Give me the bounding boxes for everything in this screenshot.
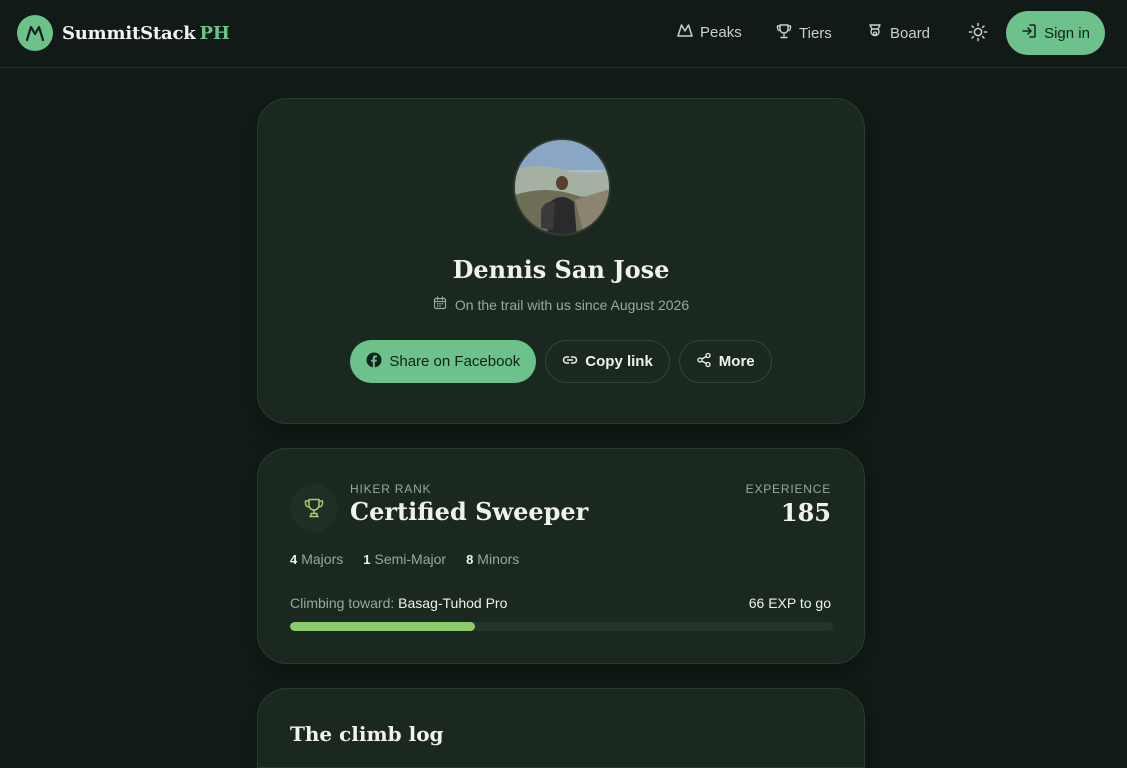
more-share-label: More [718, 353, 755, 370]
badge-icon [867, 23, 883, 43]
trophy-icon [776, 23, 792, 43]
rank-progress-bar [290, 622, 833, 631]
semi-major-count: 1 Semi-Major [363, 551, 447, 567]
top-navbar: SummitStack PH Peaks Tiers Board Sign in [0, 0, 1127, 68]
share-actions: Share on Facebook Copy link More [258, 340, 864, 383]
nav-peaks[interactable]: Peaks [677, 23, 742, 41]
share-facebook-label: Share on Facebook [389, 353, 521, 370]
sign-in-button[interactable]: Sign in [1006, 11, 1105, 55]
member-since: On the trail with us since August 2026 [258, 296, 864, 313]
rank-label: HIKER RANK [350, 482, 432, 496]
experience-label: EXPERIENCE [745, 482, 831, 496]
rank-title: Certified Sweeper [350, 497, 589, 526]
nav-board[interactable]: Board [867, 23, 930, 43]
share-icon [696, 352, 712, 372]
theme-toggle-button[interactable] [966, 22, 990, 46]
facebook-icon [366, 352, 382, 372]
exp-to-go: 66 EXP to go [748, 595, 831, 611]
experience-value: 185 [780, 498, 831, 527]
minors-count: 8 Minors [466, 551, 520, 567]
copy-link-button[interactable]: Copy link [545, 340, 670, 383]
hiker-rank-card: HIKER RANK Certified Sweeper EXPERIENCE … [257, 448, 865, 664]
sign-in-label: Sign in [1044, 24, 1090, 42]
next-tier-name: Basag-Tuhod Pro [398, 595, 508, 611]
mountain-icon [677, 23, 693, 41]
rank-progress-fill [290, 622, 475, 631]
sun-icon [968, 22, 988, 47]
climb-counts: 4 Majors 1 Semi-Major 8 Minors [290, 551, 519, 567]
member-since-text: On the trail with us since August 2026 [454, 296, 690, 313]
mountain-logo-icon [17, 15, 53, 51]
more-share-button[interactable]: More [678, 340, 772, 383]
nav-tiers-label: Tiers [799, 24, 832, 42]
nav-tiers[interactable]: Tiers [776, 23, 832, 43]
climb-log-title: The climb log [290, 722, 444, 746]
sign-in-icon [1021, 23, 1037, 43]
calendar-icon [433, 296, 447, 313]
brand-name: SummitStack PH [62, 22, 230, 44]
profile-name: Dennis San Jose [452, 255, 670, 284]
share-facebook-button[interactable]: Share on Facebook [350, 340, 537, 383]
rank-trophy-icon [290, 484, 338, 532]
nav-peaks-label: Peaks [700, 23, 742, 41]
profile-card: Dennis San Jose On the trail with us sin… [257, 98, 865, 424]
link-icon [562, 352, 578, 372]
climb-log-card: The climb log [257, 688, 865, 768]
nav-board-label: Board [890, 24, 931, 42]
copy-link-label: Copy link [585, 353, 653, 370]
next-tier: Climbing toward: Basag-Tuhod Pro [290, 595, 508, 611]
brand-link[interactable]: SummitStack PH [17, 15, 230, 51]
avatar [513, 138, 611, 236]
majors-count: 4 Majors [290, 551, 344, 567]
